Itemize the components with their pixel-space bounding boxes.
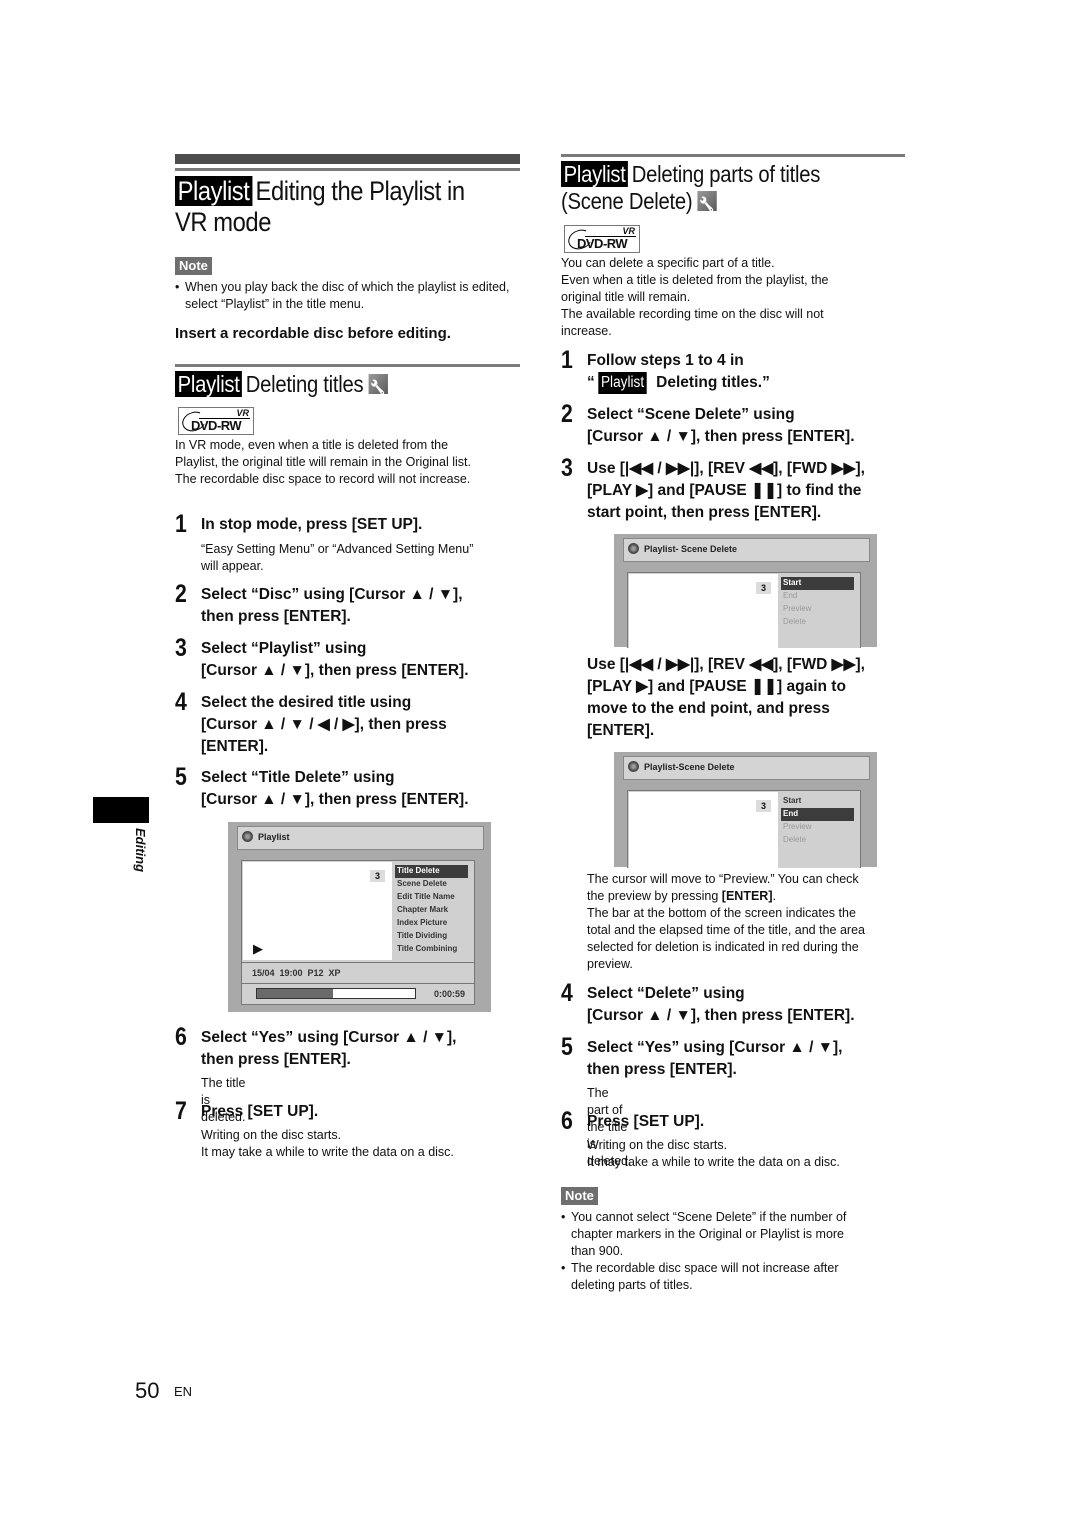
insert-instruction: Insert a recordable disc before editing.	[175, 325, 451, 342]
disc-icon	[628, 543, 639, 554]
playlist-tag: Playlist	[175, 176, 253, 206]
section-divider	[175, 364, 520, 367]
disc-icon	[242, 831, 253, 842]
osd-header: Playlist- Scene Delete	[623, 538, 870, 562]
right-header-bar	[561, 154, 905, 157]
section-tab-marker	[93, 797, 149, 823]
wrench-icon	[697, 191, 717, 211]
menu-item-delete[interactable]: Delete	[781, 834, 854, 847]
osd-header: Playlist-Scene Delete	[623, 756, 870, 780]
menu-item-end[interactable]: End	[781, 590, 854, 603]
dvd-rw-vr-logo: VR DVD-RW	[564, 225, 640, 253]
osd-scene-delete-start: Playlist- Scene Delete 3 Start End Previ…	[614, 534, 877, 648]
osd-playlist-screen: Playlist 3 ▶ Title Delete Scene Delete E…	[228, 822, 491, 1012]
osd-main-panel: 3 ▶ Title Delete Scene Delete Edit Title…	[241, 860, 475, 963]
progress-fill	[257, 989, 333, 998]
osd-main-panel: 3 Start End Preview Delete	[627, 572, 861, 648]
note-bullet: The recordable disc space will not incre…	[561, 1260, 906, 1294]
playlist-tag: Playlist	[175, 371, 243, 397]
osd-scene-delete-end: Playlist-Scene Delete 3 Start End Previe…	[614, 752, 877, 868]
menu-item-title-combining[interactable]: Title Combining	[395, 943, 468, 956]
osd-menu: Start End Preview Delete	[781, 577, 854, 629]
menu-item-edit-title-name[interactable]: Edit Title Name	[395, 891, 468, 904]
osd-preview-area: 3	[629, 574, 778, 648]
menu-item-preview[interactable]: Preview	[781, 603, 854, 616]
title-number: 3	[370, 870, 385, 882]
menu-item-end[interactable]: End	[781, 808, 854, 821]
osd-menu: Start End Preview Delete	[781, 795, 854, 847]
title-number: 3	[756, 800, 771, 812]
menu-item-preview[interactable]: Preview	[781, 821, 854, 834]
menu-item-index-picture[interactable]: Index Picture	[395, 917, 468, 930]
header-bar-thick	[175, 154, 520, 164]
osd-progress-row: 0:00:59	[241, 983, 475, 1005]
scene-delete-notes: You cannot select “Scene Delete” if the …	[561, 1209, 906, 1294]
note-bullet: When you play back the disc of which the…	[175, 279, 530, 313]
playlist-tag: Playlist	[598, 372, 647, 394]
progress-bar	[256, 988, 416, 999]
playlist-tag: Playlist	[561, 161, 629, 187]
note-bullet: You cannot select “Scene Delete” if the …	[561, 1209, 906, 1260]
page-title: Playlist Editing the Playlist in	[175, 176, 465, 207]
section-title-scene-delete-line2: (Scene Delete)	[561, 188, 717, 215]
menu-item-scene-delete[interactable]: Scene Delete	[395, 878, 468, 891]
osd-main-panel: 3 Start End Preview Delete	[627, 790, 861, 868]
scene-delete-intro: You can delete a specific part of a titl…	[561, 256, 829, 338]
menu-item-title-dividing[interactable]: Title Dividing	[395, 930, 468, 943]
cursor-preview-note: The cursor will move to “Preview.” You c…	[587, 872, 865, 971]
osd-preview-area: 3 ▶	[243, 862, 392, 960]
osd-status-bar: 15/04 19:00 P12 XP	[241, 962, 475, 984]
recording-info: 15/04 19:00 P12 XP	[252, 968, 341, 978]
page-number: 50	[135, 1378, 160, 1403]
wrench-icon	[368, 374, 388, 394]
disc-icon	[628, 761, 639, 772]
note-badge: Note	[561, 1187, 598, 1205]
menu-item-chapter-mark[interactable]: Chapter Mark	[395, 904, 468, 917]
menu-item-title-delete[interactable]: Title Delete	[395, 865, 468, 878]
menu-item-start[interactable]: Start	[781, 795, 854, 808]
osd-menu: Title Delete Scene Delete Edit Title Nam…	[395, 865, 468, 956]
note-badge: Note	[175, 257, 212, 275]
dvd-rw-vr-logo: VR DVD-RW	[178, 407, 254, 435]
section-title-scene-delete: Playlist Deleting parts of titles	[561, 161, 820, 188]
elapsed-time: 0:00:59	[434, 989, 466, 999]
header-bar-thin	[175, 168, 520, 171]
title-number: 3	[756, 582, 771, 594]
osd-preview-area: 3	[629, 792, 778, 868]
play-icon: ▶	[253, 941, 263, 956]
menu-item-delete[interactable]: Delete	[781, 616, 854, 629]
menu-item-start[interactable]: Start	[781, 577, 854, 590]
osd-header: Playlist	[237, 826, 484, 850]
section-tab-label: Editing	[133, 828, 148, 873]
section-title-deleting-titles: Playlist Deleting titles	[175, 371, 388, 398]
page-title-line2: VR mode	[175, 207, 271, 237]
deleting-titles-intro: In VR mode, even when a title is deleted…	[175, 438, 471, 486]
page-language: EN	[174, 1384, 193, 1399]
